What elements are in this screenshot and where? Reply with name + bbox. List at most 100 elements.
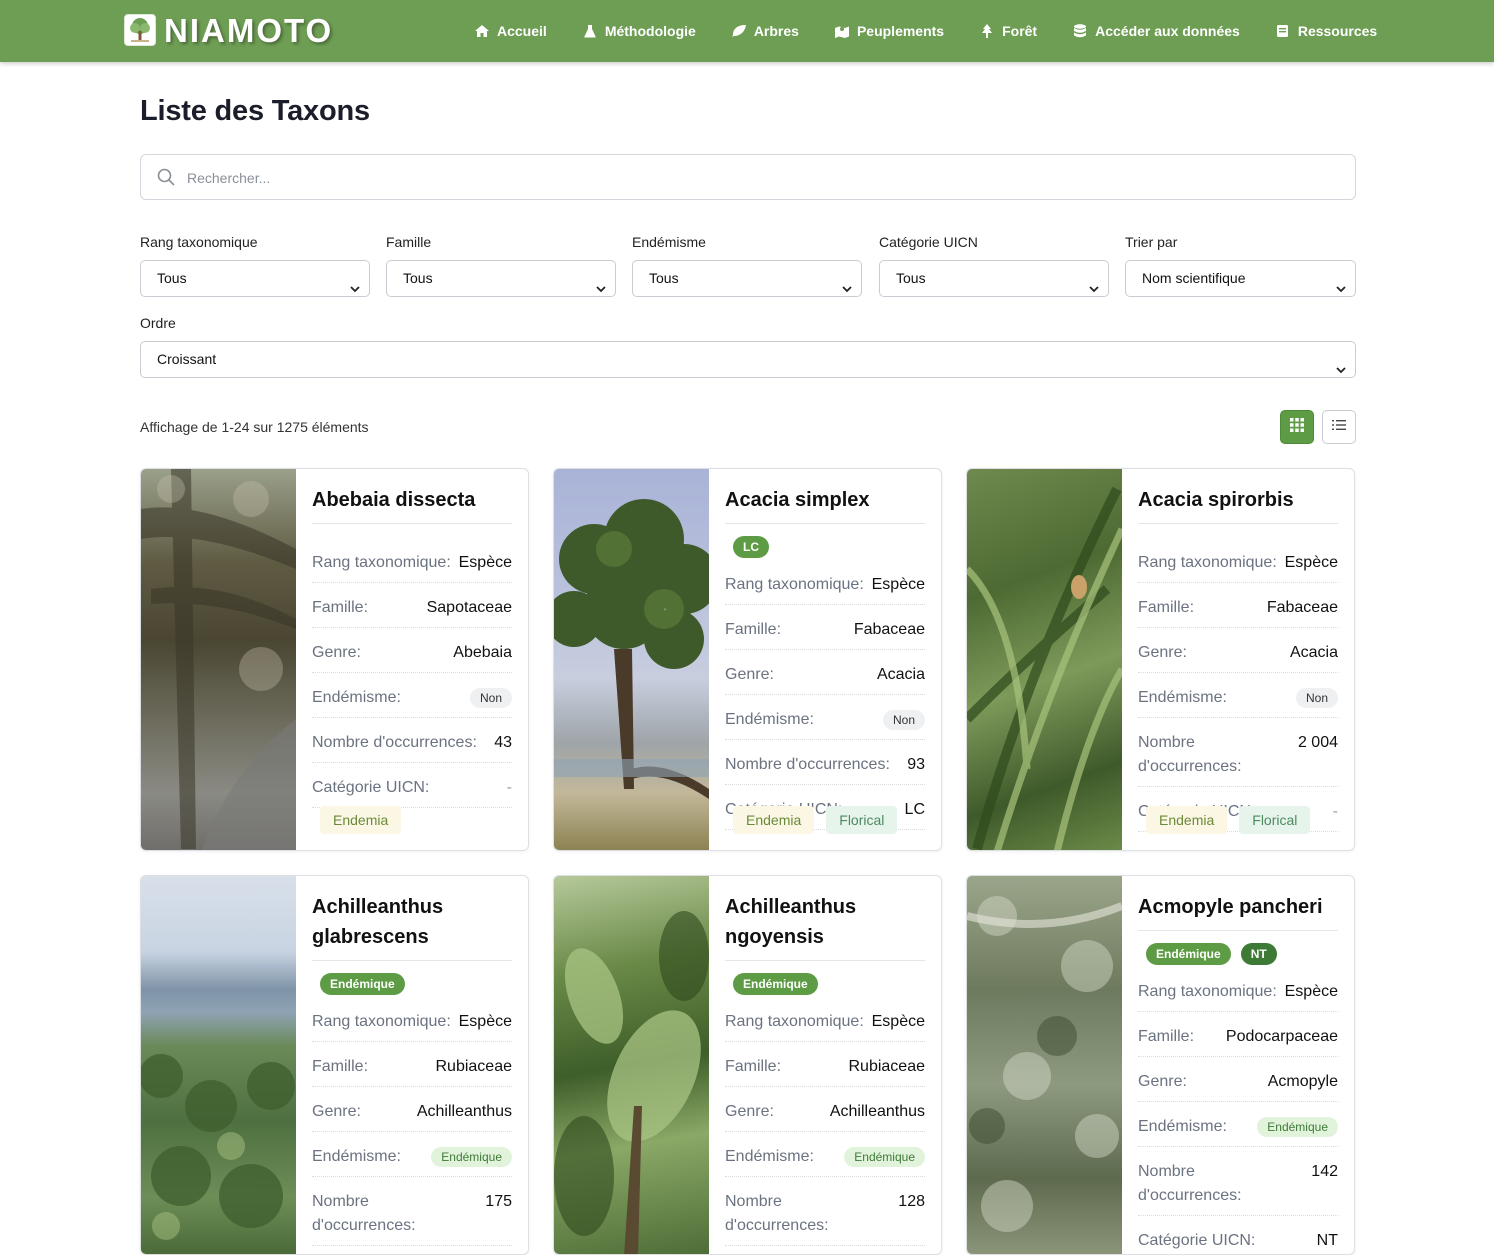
filter-endemism-select[interactable]: Tous — [632, 260, 862, 297]
taxon-card[interactable]: Acmopyle pancheri Endémique NT Rang taxo… — [966, 875, 1355, 1255]
field-value: 128 — [898, 1193, 925, 1210]
status-badges: LC — [733, 536, 925, 560]
field-label: Endémisme: — [725, 711, 814, 728]
grid-view-button[interactable] — [1280, 410, 1314, 444]
flask-icon — [582, 24, 598, 38]
taxon-field-endemism: Endémisme: Endémique — [312, 1138, 512, 1177]
taxon-card-body: Acmopyle pancheri Endémique NT Rang taxo… — [1138, 876, 1338, 1254]
field-value: Espèce — [871, 576, 925, 593]
taxon-field-genus: Genre: Abebaia — [312, 634, 512, 673]
list-icon — [1332, 418, 1346, 436]
tag-endemia[interactable]: Endemia — [1146, 806, 1228, 834]
field-label: Rang taxonomique: — [1138, 983, 1277, 1000]
nav-link-foret[interactable]: Forêt — [979, 23, 1037, 39]
search-icon — [157, 168, 175, 186]
taxon-field-occurrences: Nombre d'occurrences: 142 — [1138, 1153, 1338, 1216]
nav-link-accueil[interactable]: Accueil — [474, 23, 547, 39]
iucn-badge: NT — [1240, 943, 1277, 965]
search-input[interactable] — [187, 167, 1337, 189]
tag-endemia[interactable]: Endemia — [733, 806, 815, 834]
endemism-badge: Non — [882, 710, 925, 730]
tag-endemia[interactable]: Endemia — [320, 806, 402, 834]
field-label: Genre: — [312, 1103, 361, 1120]
field-value: - — [506, 779, 512, 796]
taxon-card[interactable]: Abebaia dissecta Rang taxonomique: Espèce… — [140, 468, 529, 851]
filter-rank-value: Tous — [157, 270, 187, 286]
nav-link-arbres[interactable]: Arbres — [731, 23, 799, 39]
filter-sort-select[interactable]: Nom scientifique — [1125, 260, 1356, 297]
endemic-badge: Endémique — [320, 973, 405, 995]
endemic-badge: Endémique — [1146, 943, 1231, 965]
taxon-card[interactable]: Acacia spirorbis Rang taxonomique: Espèce… — [966, 468, 1355, 851]
taxon-field-endemism: Endémisme: Endémique — [725, 1138, 925, 1177]
field-value: Abebaia — [453, 644, 512, 661]
nav-link-methodologie[interactable]: Méthodologie — [582, 23, 696, 39]
taxon-name[interactable]: Acacia spirorbis — [1138, 469, 1338, 524]
taxon-field-occurrences: Nombre d'occurrences: 128 — [725, 1183, 925, 1246]
taxon-name[interactable]: Achilleanthus ngoyensis — [725, 876, 925, 961]
taxon-field-rank: Rang taxonomique: Espèce — [312, 1003, 512, 1042]
field-label: Genre: — [725, 1103, 774, 1120]
tag-florical[interactable]: Florical — [826, 806, 898, 834]
field-label: Endémisme: — [312, 1148, 401, 1165]
taxon-field-genus: Genre: Acacia — [725, 656, 925, 695]
nav-link-label: Peuplements — [856, 23, 945, 39]
page-title: Liste des Taxons — [140, 95, 370, 127]
logo-tree-icon[interactable] — [124, 14, 156, 46]
taxon-card-body: Abebaia dissecta Rang taxonomique: Espèce… — [312, 469, 512, 834]
filter-endemism-value: Tous — [649, 270, 679, 286]
tag-florical[interactable]: Florical — [1239, 806, 1311, 834]
taxon-field-endemism: Endémisme: Endémique — [1138, 1108, 1338, 1147]
field-value: - — [1332, 803, 1338, 820]
taxon-field-family: Famille: Fabaceae — [725, 611, 925, 650]
field-label: Nombre d'occurrences: — [1138, 1163, 1242, 1204]
filter-iucn-label: Catégorie UICN — [879, 234, 978, 250]
filter-iucn-select[interactable]: Tous — [879, 260, 1109, 297]
nav-link-label: Accéder aux données — [1095, 23, 1240, 39]
nav-link-donnees[interactable]: Accéder aux données — [1072, 23, 1240, 39]
taxon-field-rank: Rang taxonomique: Espèce — [1138, 544, 1338, 583]
taxon-name[interactable]: Achilleanthus glabrescens — [312, 876, 512, 961]
taxon-card[interactable]: Achilleanthus glabrescens Endémique Rang… — [140, 875, 529, 1255]
field-label: Rang taxonomique: — [312, 1013, 451, 1030]
nav-link-ressources[interactable]: Ressources — [1275, 23, 1377, 39]
brand-name[interactable]: NIAMOTO — [164, 12, 333, 50]
field-value: Espèce — [1284, 554, 1338, 571]
filter-family-select[interactable]: Tous — [386, 260, 616, 297]
chevron-down-icon — [1335, 273, 1347, 293]
taxon-field-occurrences: Nombre d'occurrences: 93 — [725, 746, 925, 785]
filter-order-select[interactable]: Croissant — [140, 341, 1356, 378]
home-icon — [474, 24, 490, 38]
filter-sort-label: Trier par — [1125, 234, 1178, 250]
taxon-card[interactable]: Achilleanthus ngoyensis Endémique Rang t… — [553, 875, 942, 1255]
taxon-field-genus: Genre: Acacia — [1138, 634, 1338, 673]
field-label: Rang taxonomique: — [312, 554, 451, 571]
taxon-field-rank: Rang taxonomique: Espèce — [725, 1003, 925, 1042]
taxon-field-family: Famille: Rubiaceae — [725, 1048, 925, 1087]
filter-rank-select[interactable]: Tous — [140, 260, 370, 297]
search-box — [140, 154, 1356, 200]
field-label: Genre: — [1138, 1073, 1187, 1090]
taxon-name[interactable]: Acmopyle pancheri — [1138, 876, 1338, 931]
chevron-down-icon — [1335, 354, 1347, 374]
field-value: Rubiaceae — [848, 1058, 926, 1075]
field-value: Espèce — [871, 1013, 925, 1030]
list-view-button[interactable] — [1322, 410, 1356, 444]
field-value: NT — [1316, 1232, 1338, 1249]
endemic-badge: Endémique — [733, 973, 818, 995]
nav-link-peuplements[interactable]: Peuplements — [834, 23, 944, 39]
field-value: 2 004 — [1297, 734, 1338, 751]
field-value: Podocarpaceae — [1225, 1028, 1338, 1045]
field-label: Famille: — [1138, 1028, 1195, 1045]
status-badges: Endémique — [733, 973, 925, 997]
field-label: Rang taxonomique: — [725, 576, 864, 593]
taxon-name[interactable]: Acacia simplex — [725, 469, 925, 524]
iucn-badge: LC — [733, 536, 769, 558]
taxon-card[interactable]: Acacia simplex LC Rang taxonomique: Espèc… — [553, 468, 942, 851]
nav-link-label: Ressources — [1297, 23, 1378, 39]
taxon-name[interactable]: Abebaia dissecta — [312, 469, 512, 524]
field-value: 43 — [494, 734, 512, 751]
field-label: Nombre d'occurrences: — [312, 734, 477, 751]
field-value: Espèce — [458, 1013, 512, 1030]
field-value: Sapotaceae — [426, 599, 512, 616]
